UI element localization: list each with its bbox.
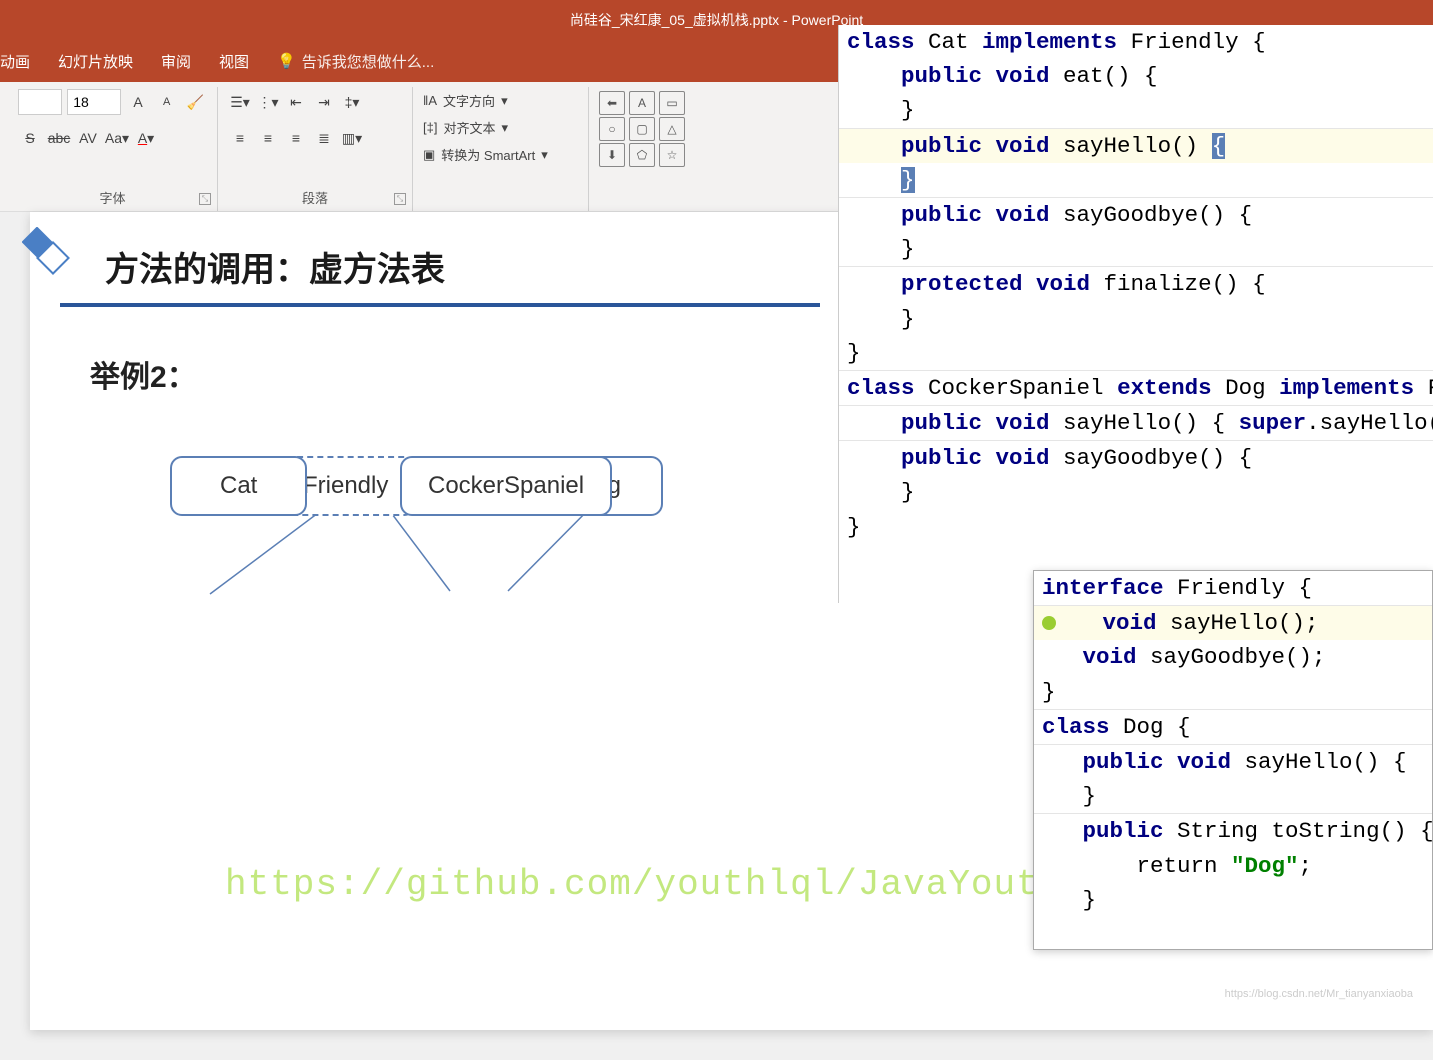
shape-circle-icon[interactable]: ○ xyxy=(599,117,625,141)
shape-pentagon-icon[interactable]: ⬠ xyxy=(629,143,655,167)
shape-arrowdown-icon[interactable]: ⬇ xyxy=(599,143,625,167)
menu-view[interactable]: 视图 xyxy=(219,51,249,72)
shrink-font-button[interactable]: A xyxy=(155,90,179,114)
shape-star-icon[interactable]: ☆ xyxy=(659,143,685,167)
convert-smartart-button[interactable]: ▣转换为 SmartArt ▾ xyxy=(423,145,578,164)
shapes-group: ⬅ A ▭ ○ ▢ △ ⬇ ⬠ ☆ xyxy=(588,87,688,211)
align-text-button[interactable]: [‡]对齐文本 ▾ xyxy=(423,118,578,137)
align-center-button[interactable]: ≡ xyxy=(256,126,280,150)
menu-animation[interactable]: 动画 xyxy=(0,51,30,72)
menu-slideshow[interactable]: 幻灯片放映 xyxy=(58,51,133,72)
align-right-button[interactable]: ≡ xyxy=(284,126,308,150)
decrease-indent-button[interactable]: ⇤ xyxy=(284,90,308,114)
shape-roundrect-icon[interactable]: ▢ xyxy=(629,117,655,141)
font-name-input[interactable] xyxy=(18,89,62,115)
csdn-watermark: https://blog.csdn.net/Mr_tianyanxiaoba xyxy=(1225,988,1413,1000)
node-cat[interactable]: Cat xyxy=(170,456,307,516)
shape-triangle-icon[interactable]: △ xyxy=(659,117,685,141)
paragraph-dialog-launcher[interactable]: ⤡ xyxy=(394,193,406,205)
intention-bulb-icon[interactable] xyxy=(1042,616,1056,630)
columns-button[interactable]: ▥▾ xyxy=(340,126,364,150)
shape-rect-icon[interactable]: ▭ xyxy=(659,91,685,115)
align-left-button[interactable]: ≡ xyxy=(228,126,252,150)
code-editor-top[interactable]: class Cat implements Friendly { public v… xyxy=(838,25,1433,603)
bullets-button[interactable]: ☰▾ xyxy=(228,90,252,114)
grow-font-button[interactable]: A xyxy=(126,90,150,114)
increase-indent-button[interactable]: ⇥ xyxy=(312,90,336,114)
menu-review[interactable]: 审阅 xyxy=(161,51,191,72)
numbering-button[interactable]: ⋮▾ xyxy=(256,90,280,114)
node-cockerspaniel[interactable]: CockerSpaniel xyxy=(400,456,612,516)
text-direction-icon: ‖A xyxy=(423,93,437,108)
watermark-link: https://github.com/youthlql/JavaYouth xyxy=(225,864,1061,905)
lightbulb-icon: 💡 xyxy=(277,52,296,70)
clear-format-button[interactable]: 🧹 xyxy=(183,90,207,114)
shape-textbox-icon[interactable]: A xyxy=(629,91,655,115)
code-editor-bottom[interactable]: interface Friendly { void sayHello(); vo… xyxy=(1033,570,1433,950)
strikethrough2-button[interactable]: abc xyxy=(47,126,71,150)
smartart-icon: ▣ xyxy=(423,147,435,163)
shape-arrow-icon[interactable]: ⬅ xyxy=(599,91,625,115)
tell-me-search[interactable]: 💡 告诉我您想做什么... xyxy=(277,51,434,72)
justify-button[interactable]: ≣ xyxy=(312,126,336,150)
text-direction-button[interactable]: ‖A文字方向 ▾ xyxy=(423,91,578,110)
class-diagram[interactable]: Friendly Dog Cat CockerSpaniel xyxy=(110,456,710,706)
font-dialog-launcher[interactable]: ⤡ xyxy=(199,193,211,205)
line-spacing-button[interactable]: ‡▾ xyxy=(340,90,364,114)
smartart-group: ‖A文字方向 ▾ [‡]对齐文本 ▾ ▣转换为 SmartArt ▾ xyxy=(413,87,588,211)
slide-title-icon xyxy=(22,227,70,275)
change-case-button[interactable]: Aa▾ xyxy=(105,126,129,150)
align-text-icon: [‡] xyxy=(423,120,437,135)
strikethrough-button[interactable]: S xyxy=(18,126,42,150)
font-color-button[interactable]: A▾ xyxy=(134,126,158,150)
font-size-input[interactable]: 18 xyxy=(67,89,121,115)
char-spacing-button[interactable]: AV xyxy=(76,126,100,150)
paragraph-group: ☰▾ ⋮▾ ⇤ ⇥ ‡▾ ≡ ≡ ≡ ≣ ▥▾ 段落 ⤡ xyxy=(218,87,413,211)
font-group: 18 A A 🧹 S abc AV Aa▾ A▾ 字体 ⤡ xyxy=(8,87,218,211)
